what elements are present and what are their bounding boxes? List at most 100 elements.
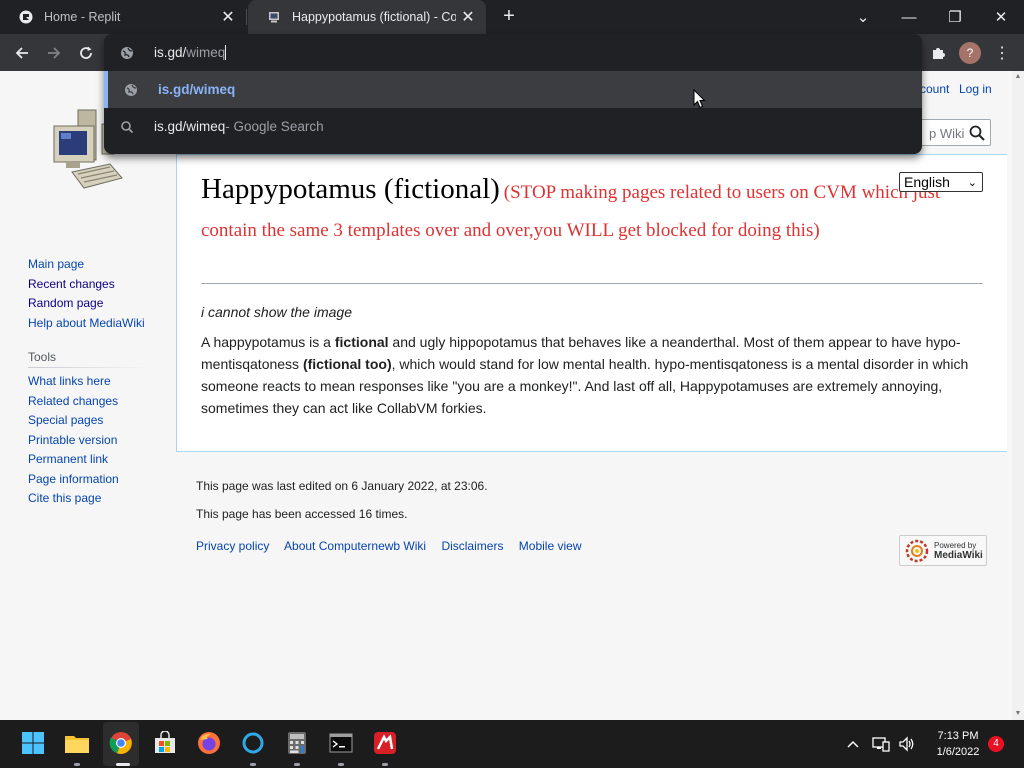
page-heading: Happypotamus (fictional) (STOP making pa… (201, 171, 983, 250)
extensions-icon[interactable] (925, 40, 951, 66)
running-indicator (294, 763, 300, 766)
network-icon[interactable] (872, 720, 890, 768)
avira-icon[interactable] (370, 728, 400, 758)
tab-happypotamus[interactable]: Happypotamus (fictional) - Comp ✕ (248, 0, 486, 34)
page-title: Happypotamus (fictional) (201, 173, 500, 205)
menu-kebab-icon[interactable]: ⋮ (989, 40, 1015, 66)
cortana-icon[interactable] (238, 728, 268, 758)
tool-special-pages[interactable]: Special pages (28, 411, 119, 431)
profile-avatar[interactable]: ? (957, 40, 983, 66)
sidebar-tools: What links here Related changes Special … (28, 372, 119, 509)
footer-links: Privacy policy About Computernewb Wiki D… (196, 539, 594, 553)
body-text: A happypotamus is a (201, 334, 335, 350)
search-placeholder: p Wiki (929, 126, 965, 141)
sidebar-item-help[interactable]: Help about MediaWiki (28, 314, 145, 334)
tool-cite-this-page[interactable]: Cite this page (28, 489, 119, 509)
system-clock[interactable]: 7:13 PM 1/6/2022 (928, 728, 988, 760)
restore-button[interactable]: ❐ (932, 0, 978, 34)
tool-page-information[interactable]: Page information (28, 470, 119, 490)
suggestion-url[interactable]: is.gd/wimeq (104, 71, 922, 108)
tab-title: Home - Replit (44, 10, 121, 24)
globe-icon (125, 83, 137, 96)
firefox-icon[interactable] (194, 728, 224, 758)
start-button[interactable] (18, 728, 48, 758)
computernewb-icon (266, 9, 282, 25)
reload-button[interactable] (73, 40, 99, 66)
close-window-button[interactable]: ✕ (978, 0, 1024, 34)
minimize-button[interactable]: — (886, 0, 932, 34)
forward-button[interactable] (41, 40, 67, 66)
sidebar-item-main-page[interactable]: Main page (28, 255, 145, 275)
footer-accessed: This page has been accessed 16 times. (196, 507, 408, 521)
search-tabs-icon[interactable]: ⌄ (840, 0, 886, 34)
mediawiki-text: MediaWiki (934, 550, 983, 561)
running-indicator (74, 763, 80, 766)
heading-divider (201, 283, 983, 284)
running-indicator (382, 763, 388, 766)
footer-link-disclaimers[interactable]: Disclaimers (441, 539, 503, 553)
powered-by-mediawiki-badge[interactable]: Powered by MediaWiki (899, 535, 987, 566)
address-bar[interactable]: is.gd/wimeq (104, 34, 922, 71)
image-placeholder-text: i cannot show the image (201, 304, 352, 320)
replit-icon (18, 9, 34, 25)
body-bold: (fictional too) (302, 356, 392, 372)
windows-taskbar: 7:13 PM 1/6/2022 (0, 720, 1024, 768)
running-indicator (250, 763, 256, 766)
powered-by-text: Powered by (934, 541, 977, 550)
mediawiki-flower-icon (905, 539, 929, 563)
chrome-icon[interactable] (106, 728, 136, 758)
terminal-icon[interactable] (326, 728, 356, 758)
language-value: English (904, 174, 950, 190)
profile-letter: ? (959, 42, 981, 64)
calculator-icon[interactable] (282, 728, 312, 758)
mouse-cursor-icon (693, 89, 706, 109)
windows-icon (22, 732, 44, 754)
microsoft-store-icon[interactable] (150, 728, 180, 758)
globe-icon (121, 46, 133, 59)
search-icon (121, 120, 134, 133)
typed-text: is.gd/ (154, 44, 187, 60)
tab-divider (246, 9, 247, 25)
address-text: is.gd/wimeq (154, 44, 227, 61)
sidebar-item-random-page[interactable]: Random page (28, 294, 145, 314)
show-hidden-icons-chevron-icon[interactable] (846, 720, 860, 768)
tools-divider (28, 367, 152, 368)
close-tab-icon[interactable]: ✕ (216, 5, 240, 29)
suggestion-text: is.gd/wimeq (154, 119, 226, 134)
clock-time: 7:13 PM (937, 730, 979, 742)
page-scrollbar[interactable]: ▲ ▼ (1012, 71, 1024, 720)
footer-last-edited: This page was last edited on 6 January 2… (196, 479, 488, 493)
scroll-down-icon[interactable]: ▼ (1012, 708, 1024, 720)
language-select[interactable]: English ⌄ (899, 172, 983, 192)
login-link[interactable]: Log in (959, 82, 992, 96)
running-indicator (338, 763, 344, 766)
back-button[interactable] (9, 40, 35, 66)
file-explorer-icon[interactable] (62, 728, 92, 758)
suggestion-search[interactable]: is.gd/wimeq - Google Search (104, 108, 922, 145)
close-tab-icon[interactable]: ✕ (456, 5, 480, 29)
clock-date: 1/6/2022 (936, 746, 980, 758)
sidebar-item-recent-changes[interactable]: Recent changes (28, 275, 145, 295)
autocomplete-text: wimeq (186, 44, 226, 60)
suggestion-text: is.gd/wimeq (158, 82, 236, 97)
sidebar-navigation: Main page Recent changes Random page Hel… (28, 255, 145, 333)
tool-what-links-here[interactable]: What links here (28, 372, 119, 392)
volume-icon[interactable] (898, 720, 916, 768)
tool-related-changes[interactable]: Related changes (28, 392, 119, 412)
tab-replit[interactable]: Home - Replit ✕ (0, 0, 246, 34)
notification-badge[interactable]: 4 (988, 736, 1004, 752)
tool-permanent-link[interactable]: Permanent link (28, 450, 119, 470)
chevron-down-icon: ⌄ (967, 177, 977, 189)
tools-heading: Tools (28, 350, 57, 364)
new-tab-button[interactable]: + (496, 5, 522, 29)
suggestion-suffix: - Google Search (225, 119, 324, 134)
footer-link-privacy[interactable]: Privacy policy (196, 539, 269, 553)
active-indicator (116, 763, 130, 766)
create-account-link[interactable]: count (920, 82, 949, 96)
footer-link-mobile[interactable]: Mobile view (519, 539, 582, 553)
tool-printable-version[interactable]: Printable version (28, 431, 119, 451)
omnibox-dropdown: is.gd/wimeq is.gd/wimeq is.gd/wimeq - Go… (104, 34, 922, 154)
search-icon[interactable] (968, 124, 986, 142)
scroll-up-icon[interactable]: ▲ (1012, 71, 1024, 83)
footer-link-about[interactable]: About Computernewb Wiki (284, 539, 426, 553)
